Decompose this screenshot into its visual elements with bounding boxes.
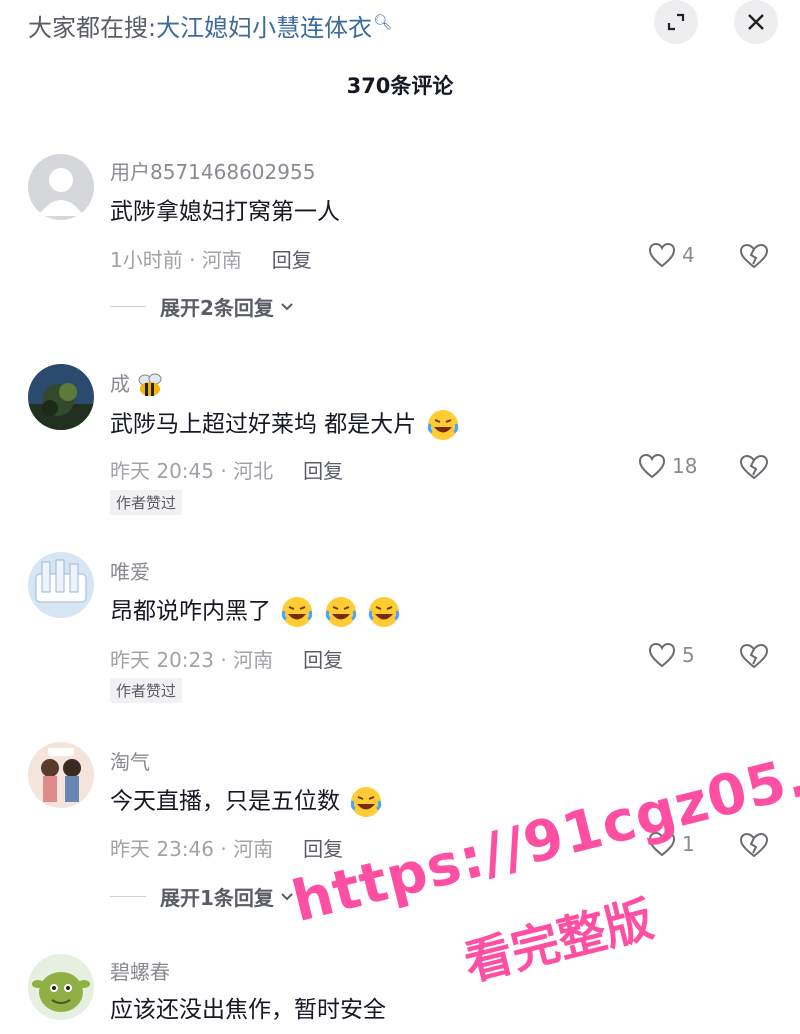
- expand-replies[interactable]: 展开2条回复: [110, 292, 294, 321]
- comment-meta: 昨天 20:23 · 河南 回复: [110, 644, 343, 673]
- chevron-down-icon: [281, 302, 293, 310]
- comment-username[interactable]: 碧螺春: [110, 956, 170, 985]
- reply-button[interactable]: 回复: [303, 648, 343, 672]
- bee-icon: [138, 373, 162, 396]
- divider-line: [110, 306, 146, 307]
- like-button[interactable]: 4: [648, 242, 695, 268]
- avatar[interactable]: [28, 364, 94, 430]
- expand-arrows-icon: [667, 13, 685, 31]
- laughing-crying-emoji: [368, 597, 400, 627]
- comment-username[interactable]: 唯爱: [110, 556, 150, 585]
- like-button[interactable]: 1: [648, 831, 695, 857]
- like-count: 4: [682, 243, 695, 267]
- dislike-button[interactable]: [739, 831, 769, 863]
- like-count: 1: [682, 832, 695, 856]
- comment-text: 武陟拿媳妇打窝第一人: [110, 199, 340, 225]
- expand-replies[interactable]: 展开1条回复: [110, 882, 294, 911]
- comment-time-location: 昨天 23:46 · 河南: [110, 837, 274, 861]
- like-button[interactable]: 18: [638, 453, 697, 479]
- dislike-button[interactable]: [739, 242, 769, 274]
- close-icon: [748, 14, 764, 30]
- heart-outline-icon: [638, 453, 666, 479]
- reply-button[interactable]: 回复: [303, 837, 343, 861]
- comment-text-body: 昂都说咋内黑了: [110, 598, 271, 625]
- watermark-caption: 看完整版: [458, 891, 659, 992]
- laughing-crying-emoji: [351, 787, 382, 817]
- heart-outline-icon: [648, 642, 676, 668]
- like-count: 18: [672, 454, 698, 478]
- expand-replies-label: 展开2条回复: [160, 296, 274, 320]
- avatar[interactable]: [28, 742, 94, 808]
- search-suggestion-prefix: 大家都在搜:: [28, 14, 157, 42]
- comment-time-location: 昨天 20:23 · 河南: [110, 648, 274, 672]
- search-suggestion[interactable]: 大家都在搜:大江媳妇小慧连体衣🔍︎: [28, 4, 392, 46]
- like-count: 5: [682, 643, 695, 667]
- laughing-crying-emoji: [325, 597, 356, 627]
- comment-text: 应该还没出焦作，暂时安全: [110, 997, 386, 1023]
- comment-text: 昂都说咋内黑了: [110, 595, 401, 629]
- chevron-down-icon: [281, 892, 293, 900]
- comment-meta: 昨天 20:45 · 河北 回复: [110, 455, 343, 484]
- expand-button[interactable]: [654, 0, 698, 44]
- comment-meta: 1小时前 · 河南 回复: [110, 244, 312, 273]
- watermark-url: https://91cgz05.com: [286, 711, 800, 936]
- divider-line: [110, 896, 146, 897]
- comment-time-location: 昨天 20:45 · 河北: [110, 459, 274, 483]
- comment-username[interactable]: 用户8571468602955: [110, 156, 315, 185]
- comment-text: 武陟马上超过好莱坞 都是大片: [110, 408, 460, 442]
- comment-text-body: 武陟马上超过好莱坞 都是大片: [110, 411, 417, 438]
- broken-heart-icon: [739, 643, 769, 669]
- reply-button[interactable]: 回复: [272, 248, 312, 272]
- reply-button[interactable]: 回复: [303, 459, 343, 483]
- broken-heart-icon: [739, 832, 769, 858]
- search-suggestion-term[interactable]: 大江媳妇小慧连体衣: [156, 14, 372, 42]
- avatar[interactable]: [28, 552, 94, 618]
- comment-meta: 昨天 23:46 · 河南 回复: [110, 833, 343, 862]
- author-liked-badge: 作者赞过: [110, 678, 183, 703]
- comment-text: 今天直播，只是五位数: [110, 785, 383, 819]
- top-bar: 大家都在搜:大江媳妇小慧连体衣🔍︎: [0, 0, 800, 48]
- expand-replies-label: 展开1条回复: [160, 886, 274, 910]
- avatar[interactable]: [28, 154, 94, 220]
- laughing-crying-emoji: [427, 410, 458, 440]
- dislike-button[interactable]: [739, 642, 769, 674]
- comment-username-text: 成: [110, 372, 130, 396]
- broken-heart-icon: [739, 454, 769, 480]
- heart-outline-icon: [648, 831, 676, 857]
- heart-outline-icon: [648, 242, 676, 268]
- like-button[interactable]: 5: [648, 642, 695, 668]
- comment-username[interactable]: 淘气: [110, 746, 150, 775]
- comment-count: 370条评论: [346, 74, 454, 98]
- laughing-crying-emoji: [282, 597, 313, 627]
- search-icon: 🔍︎: [373, 13, 393, 31]
- broken-heart-icon: [739, 243, 769, 269]
- comment-time-location: 1小时前 · 河南: [110, 248, 242, 272]
- comment-username[interactable]: 成: [110, 368, 164, 399]
- dislike-button[interactable]: [739, 453, 769, 485]
- close-button[interactable]: [734, 0, 778, 44]
- avatar[interactable]: [28, 954, 94, 1020]
- author-liked-badge: 作者赞过: [110, 490, 183, 515]
- comment-text-body: 今天直播，只是五位数: [110, 788, 340, 815]
